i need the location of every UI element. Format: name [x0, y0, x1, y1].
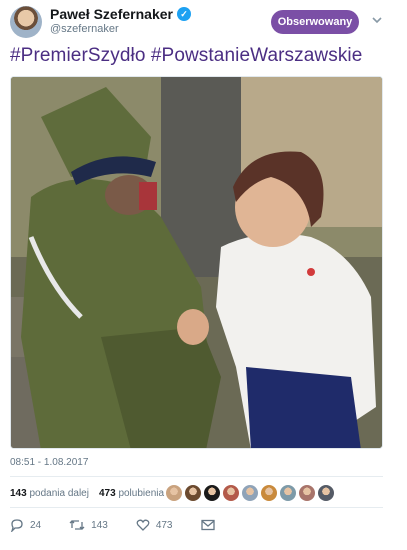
retweet-icon	[69, 518, 85, 532]
liker-avatar-2[interactable]	[185, 485, 201, 501]
reply-icon	[10, 518, 24, 532]
user-display-name[interactable]: Paweł Szefernaker	[50, 6, 173, 22]
divider	[10, 507, 383, 508]
reply-button[interactable]: 24	[10, 518, 41, 532]
retweets-stat-label: podania dalej	[29, 488, 89, 499]
divider	[10, 476, 383, 477]
tweet-text[interactable]: #PremierSzydło #PowstanieWarszawskie	[10, 45, 362, 67]
user-name-row: Paweł Szefernaker ✓	[50, 6, 191, 22]
tweet-photo[interactable]	[10, 76, 383, 449]
liker-avatar-5[interactable]	[242, 485, 258, 501]
envelope-icon	[200, 519, 215, 531]
tweet-header: Paweł Szefernaker ✓ @szefernaker Obserwo…	[0, 0, 407, 40]
retweet-button[interactable]: 143	[69, 518, 108, 532]
retweet-count: 143	[91, 519, 108, 531]
liker-avatar-9[interactable]	[318, 485, 334, 501]
reply-count: 24	[30, 519, 42, 531]
user-handle[interactable]: @szefernaker	[50, 23, 119, 35]
liker-avatar-8[interactable]	[299, 485, 315, 501]
retweets-stat[interactable]: 143 podania dalej	[10, 488, 89, 499]
likes-stat-label: polubienia	[118, 488, 165, 499]
liker-avatar-7[interactable]	[280, 485, 296, 501]
tweet-timestamp[interactable]: 08:51 - 1.08.2017	[10, 457, 88, 468]
likes-stat-count: 473	[98, 488, 116, 499]
heart-icon	[136, 518, 150, 532]
liker-avatar-4[interactable]	[223, 485, 239, 501]
verified-badge-icon: ✓	[176, 7, 191, 21]
chevron-down-icon[interactable]	[370, 13, 384, 27]
liker-avatar-1[interactable]	[166, 485, 182, 501]
likers-avatars	[166, 485, 334, 501]
retweets-stat-count: 143	[10, 488, 27, 499]
like-count: 473	[155, 519, 173, 531]
tweet-stats: 143 podania dalej 473 polubienia	[10, 488, 164, 499]
user-avatar[interactable]	[10, 6, 42, 38]
follow-button[interactable]: Obserwowany	[271, 10, 359, 34]
like-button[interactable]: 473	[136, 518, 173, 532]
direct-message-button[interactable]	[200, 519, 215, 531]
liker-avatar-6[interactable]	[261, 485, 277, 501]
liker-avatar-3[interactable]	[204, 485, 220, 501]
tweet-actions: 24 143 473	[10, 518, 243, 532]
likes-stat[interactable]: 473 polubienia	[99, 488, 164, 499]
